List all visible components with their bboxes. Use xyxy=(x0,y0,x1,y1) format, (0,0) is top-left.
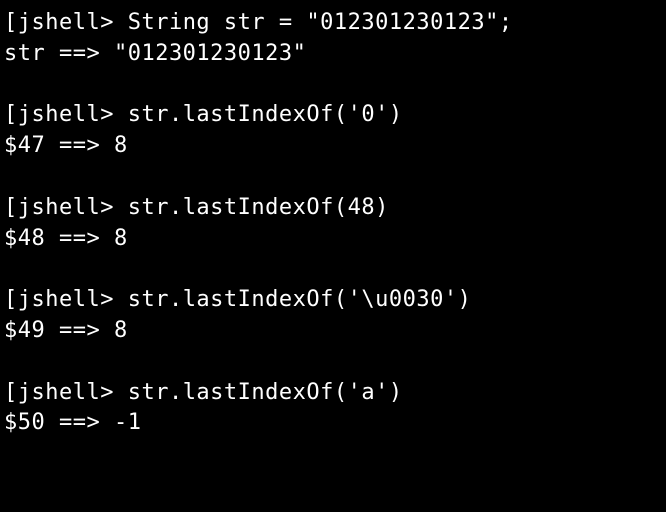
prompt-line: [jshell> str.lastIndexOf('a') xyxy=(4,378,662,409)
output-line: str ==> "012301230123" xyxy=(4,39,662,70)
prompt-line: [jshell> String str = "012301230123"; xyxy=(4,8,662,39)
prompt-bracket-open: [ xyxy=(4,380,18,405)
prompt-line: [jshell> str.lastIndexOf('\u0030') xyxy=(4,285,662,316)
output-text: $47 ==> 8 xyxy=(4,133,128,158)
prompt-line: [jshell> str.lastIndexOf(48) xyxy=(4,193,662,224)
prompt-label: jshell> str.lastIndexOf('a') xyxy=(18,380,403,405)
output-text: $50 ==> -1 xyxy=(4,410,141,435)
output-line: $50 ==> -1 xyxy=(4,408,662,439)
prompt-bracket-open: [ xyxy=(4,102,18,127)
output-line xyxy=(4,254,662,285)
terminal-output[interactable]: [jshell> String str = "012301230123";str… xyxy=(4,8,662,439)
prompt-label: jshell> str.lastIndexOf(48) xyxy=(18,195,389,220)
output-text: $49 ==> 8 xyxy=(4,318,128,343)
prompt-bracket-open: [ xyxy=(4,10,18,35)
prompt-label: jshell> String str = "012301230123"; xyxy=(18,10,513,35)
output-line xyxy=(4,162,662,193)
prompt-bracket-open: [ xyxy=(4,287,18,312)
output-line: $49 ==> 8 xyxy=(4,316,662,347)
output-line xyxy=(4,347,662,378)
output-line xyxy=(4,70,662,101)
output-text: $48 ==> 8 xyxy=(4,226,128,251)
prompt-label: jshell> str.lastIndexOf('0') xyxy=(18,102,403,127)
output-line: $48 ==> 8 xyxy=(4,224,662,255)
output-line: $47 ==> 8 xyxy=(4,131,662,162)
prompt-label: jshell> str.lastIndexOf('\u0030') xyxy=(18,287,472,312)
prompt-line: [jshell> str.lastIndexOf('0') xyxy=(4,100,662,131)
output-text: str ==> "012301230123" xyxy=(4,41,306,66)
prompt-bracket-open: [ xyxy=(4,195,18,220)
